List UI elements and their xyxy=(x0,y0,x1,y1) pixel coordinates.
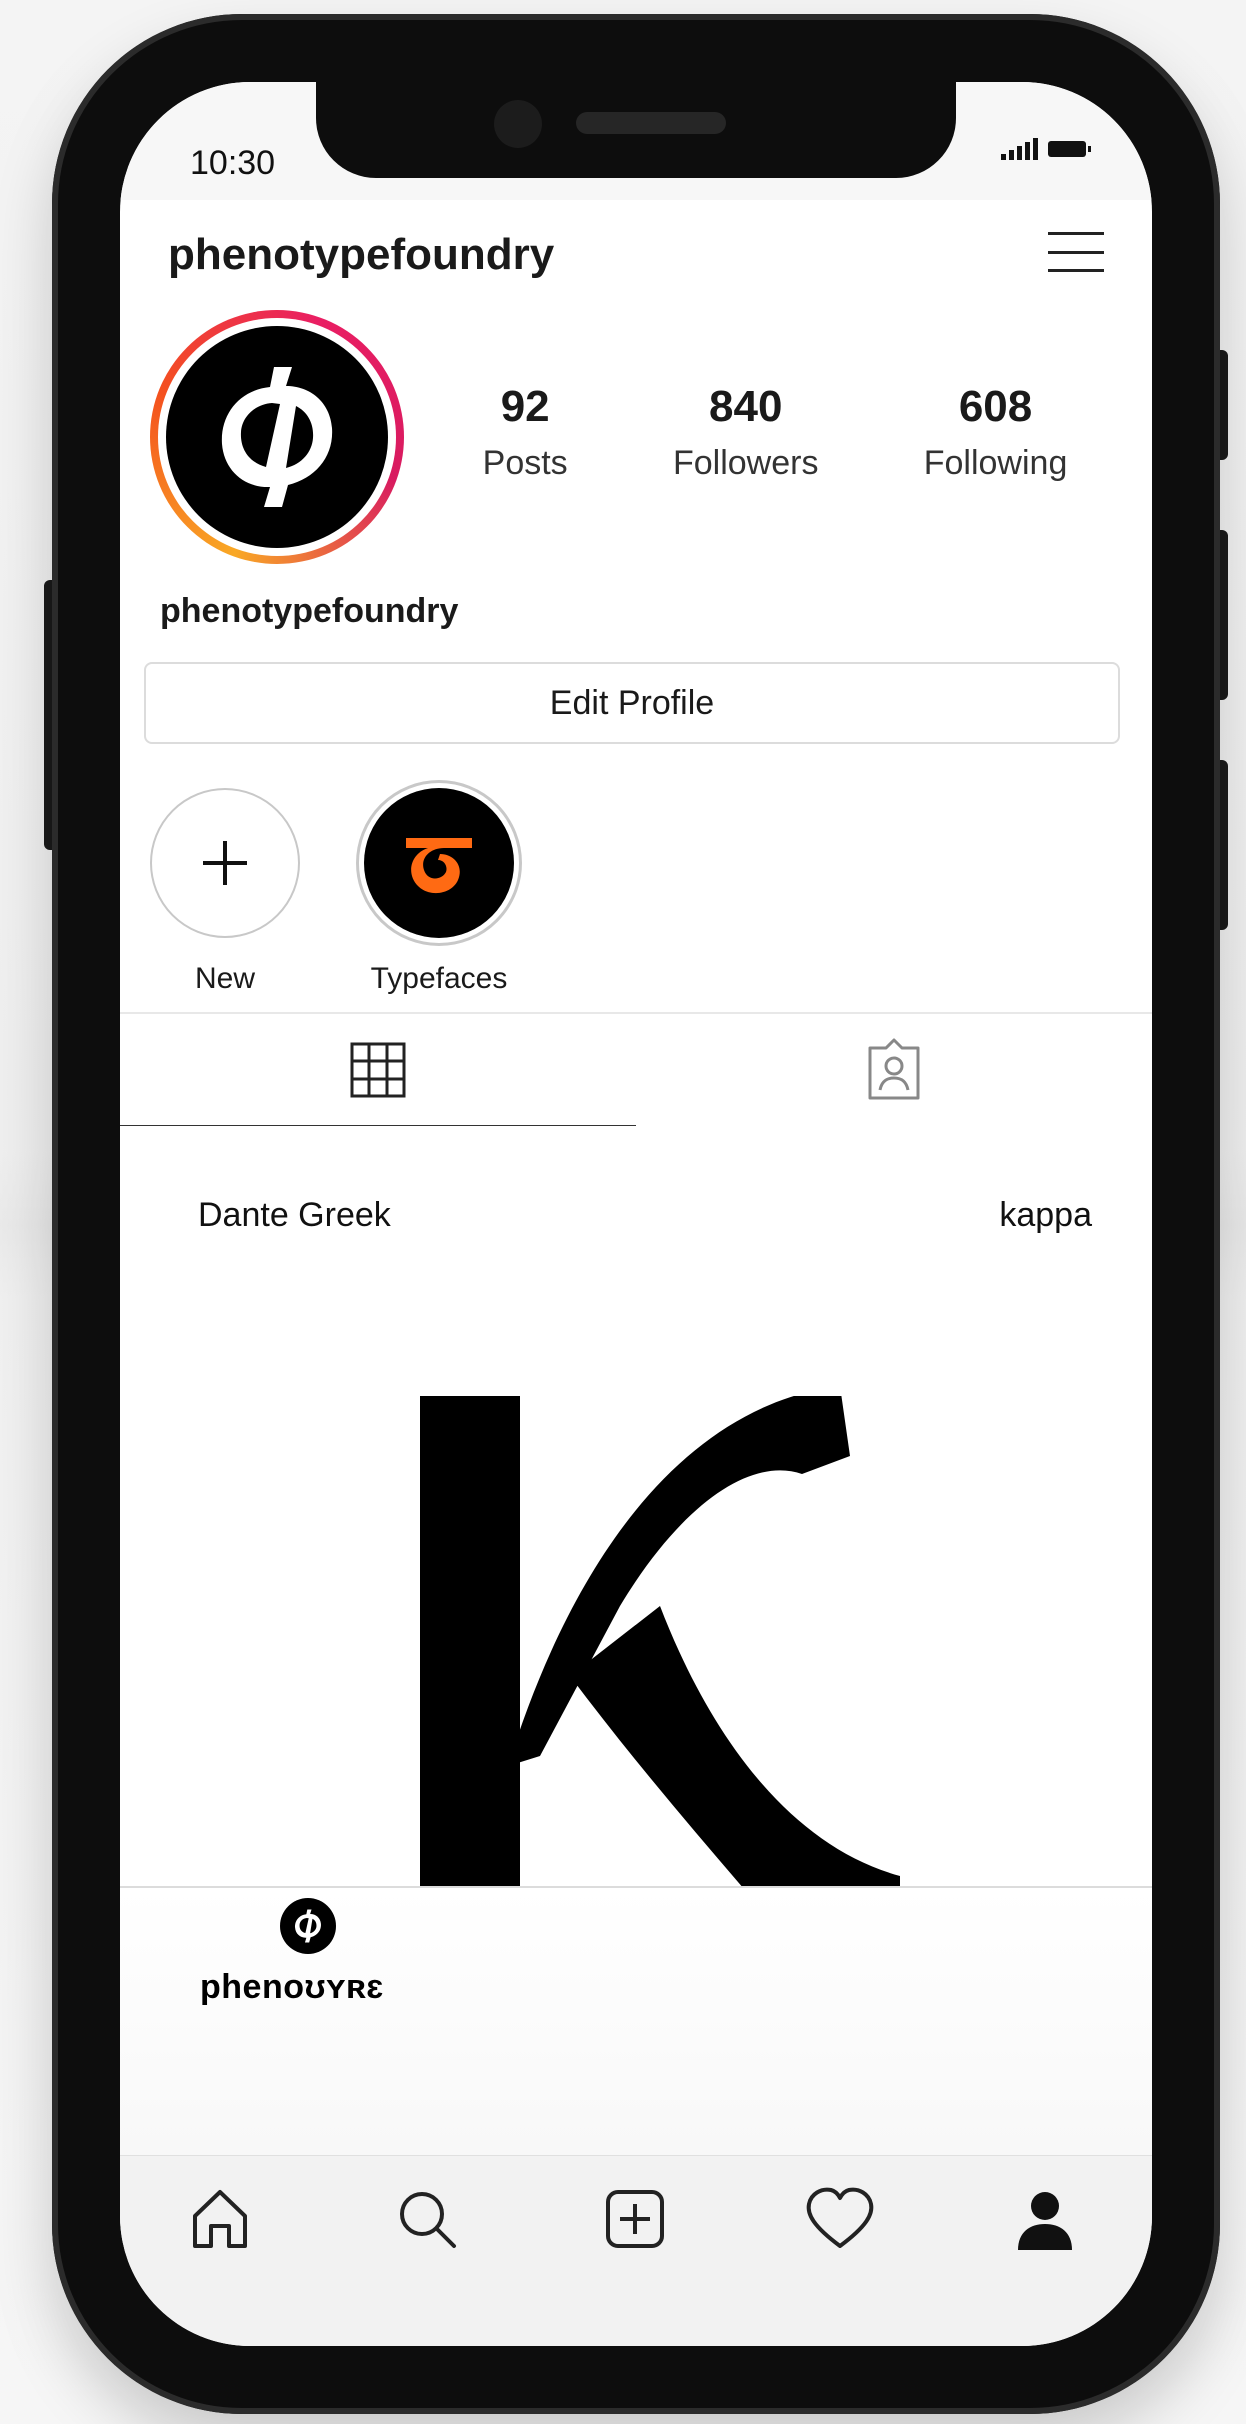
profile-tabs xyxy=(120,1012,1152,1128)
footer-branding: phenoʊʏʀɛ xyxy=(120,1888,1152,2156)
typefaces-glyph-icon xyxy=(406,838,472,894)
plus-icon xyxy=(203,841,247,885)
highlight-circle xyxy=(356,780,522,946)
home-icon xyxy=(193,2190,247,2248)
stat-label: Followers xyxy=(672,444,819,482)
brand-logo xyxy=(280,1898,336,1954)
highlight-new[interactable]: New xyxy=(150,788,300,996)
stat-value: 840 xyxy=(709,382,783,431)
avatar-story-ring[interactable] xyxy=(150,310,404,564)
nav-create[interactable] xyxy=(590,2174,680,2264)
stat-followers[interactable]: 840 Followers xyxy=(673,382,818,483)
highlight-label: Typefaces xyxy=(370,962,508,995)
post-typeface-name: Dante Greek xyxy=(198,1196,391,1234)
tab-grid[interactable] xyxy=(120,1014,636,1126)
camera-icon xyxy=(494,100,542,148)
tab-tagged[interactable] xyxy=(636,1014,1152,1126)
profile-stats: 92 Posts 840 Followers 608 Following xyxy=(430,382,1120,483)
stat-label: Following xyxy=(923,444,1068,482)
brand-wordmark: phenoʊʏʀɛ xyxy=(200,1968,384,2006)
status-icons xyxy=(1001,138,1091,160)
tagged-user-icon xyxy=(868,1038,920,1100)
stat-value: 92 xyxy=(500,382,550,431)
bottom-navigation xyxy=(120,2155,1152,2346)
stat-posts[interactable]: 92 Posts xyxy=(483,382,568,483)
notch xyxy=(316,82,956,178)
nav-profile[interactable] xyxy=(1000,2174,1090,2264)
signal-icon xyxy=(1001,138,1038,160)
add-post-icon xyxy=(606,2190,664,2248)
phenotype-logo-icon xyxy=(221,367,333,507)
kappa-glyph xyxy=(420,1396,900,1886)
post-glyph-name: kappa xyxy=(999,1196,1092,1234)
highlight-typefaces[interactable]: Typefaces xyxy=(356,780,522,996)
hamburger-menu-icon[interactable] xyxy=(1048,224,1104,280)
nav-activity[interactable] xyxy=(795,2174,885,2264)
post-tile[interactable]: Dante Greek kappa xyxy=(120,1126,1152,1888)
highlight-circle xyxy=(150,788,300,938)
nav-search[interactable] xyxy=(382,2174,472,2264)
grid-icon xyxy=(350,1042,406,1098)
edit-profile-button[interactable]: Edit Profile xyxy=(144,662,1120,744)
avatar xyxy=(166,326,388,548)
status-bar: 10:30 xyxy=(120,82,1152,200)
phone-screen: 10:30 phenotypefoundry 92 Posts 840 Foll… xyxy=(120,82,1152,2346)
search-icon xyxy=(400,2192,456,2248)
stat-value: 608 xyxy=(958,382,1033,431)
battery-icon xyxy=(1048,141,1091,157)
heart-icon xyxy=(806,2187,874,2248)
nav-home[interactable] xyxy=(175,2174,265,2264)
profile-name: phenotypefoundry xyxy=(160,592,459,630)
stat-label: Posts xyxy=(482,444,568,482)
speaker-grille xyxy=(576,112,726,134)
phone-frame: 10:30 phenotypefoundry 92 Posts 840 Foll… xyxy=(52,14,1220,2414)
status-time: 10:30 xyxy=(190,144,276,182)
highlight-label: New xyxy=(194,962,255,995)
stat-following[interactable]: 608 Following xyxy=(924,382,1068,483)
phenotype-logo-icon xyxy=(295,1909,321,1943)
header-username[interactable]: phenotypefoundry xyxy=(168,230,554,280)
profile-icon xyxy=(1018,2192,1072,2250)
